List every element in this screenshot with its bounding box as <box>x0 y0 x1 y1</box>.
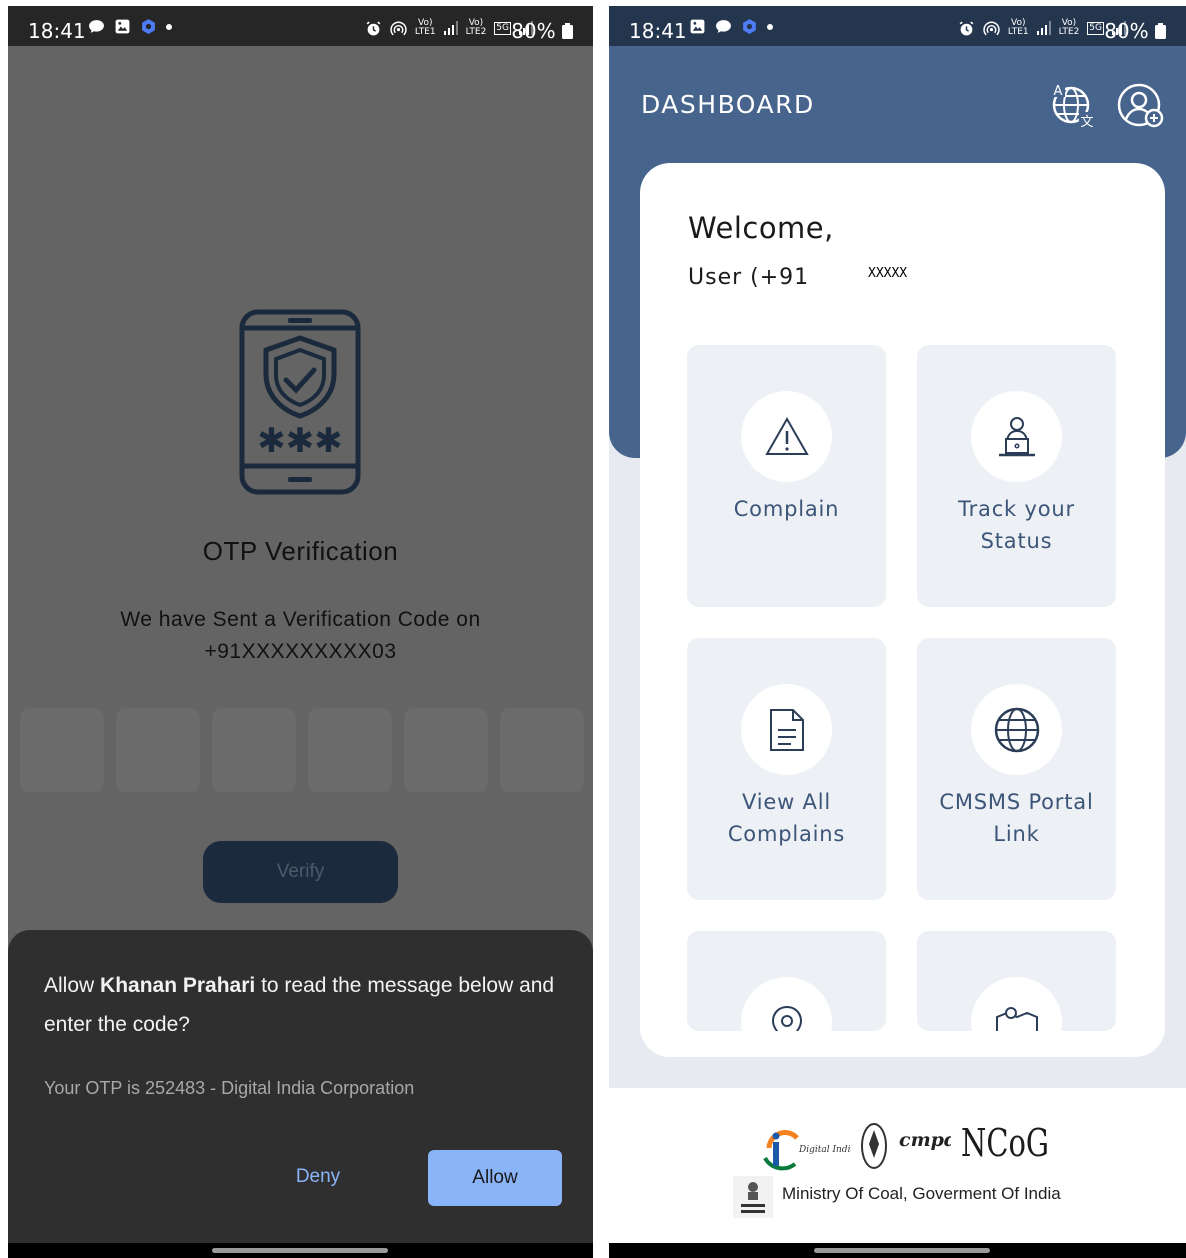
tile-label: Track your <box>958 497 1075 521</box>
battery-percent: 80% <box>511 19 556 43</box>
dialog-app-name: Khanan Prahari <box>100 974 256 997</box>
user-laptop-icon <box>998 416 1035 456</box>
otp-phone-number: +91XXXXXXXXX03 <box>204 640 397 663</box>
allow-button[interactable]: Allow <box>428 1150 562 1206</box>
tile-cmsms-portal-link[interactable]: CMSMS Portal Link <box>917 638 1116 900</box>
otp-digit-input-2[interactable] <box>116 708 200 792</box>
warning-icon <box>764 416 809 455</box>
otp-sent-line: We have Sent a Verification Code on <box>120 608 481 631</box>
partner-logos: Digital India cmpdi NCoG <box>759 1118 1051 1174</box>
svg-text:文: 文 <box>1080 115 1093 129</box>
tile-label: Complains <box>727 822 846 846</box>
dialog-message: Allow Khanan Prahari to read the message… <box>44 966 564 1044</box>
navigation-bar <box>609 1243 1186 1258</box>
hotspot-icon <box>983 20 1000 35</box>
svg-text:cmpdi: cmpdi <box>899 1129 951 1151</box>
chat-icon <box>716 20 731 33</box>
navigation-bar <box>8 1243 593 1258</box>
otp-sent-text: We have Sent a Verification Code on +91X… <box>8 604 593 668</box>
status-bar: 18:41 Vo) LTE1 Vo) LTE2 5G 80% <box>8 6 593 46</box>
globe-icon <box>994 707 1039 752</box>
verify-button[interactable]: Verify <box>203 841 398 903</box>
status-time: 18:41 <box>28 19 86 43</box>
svg-text:NCoG: NCoG <box>961 1121 1049 1165</box>
tile-label: CMSMS Portal <box>939 790 1094 814</box>
ministry-of-coal-emblem-icon <box>733 1176 773 1218</box>
app-badge-icon <box>142 19 155 34</box>
tile-map[interactable] <box>917 931 1116 1031</box>
otp-digit-input-5[interactable] <box>404 708 488 792</box>
otp-digit-input-1[interactable] <box>20 708 104 792</box>
tile-location[interactable] <box>687 931 886 1031</box>
deny-button[interactable]: Deny <box>278 1152 358 1202</box>
otp-digit-input-3[interactable] <box>212 708 296 792</box>
battery-icon <box>1155 23 1166 39</box>
home-gesture-handle[interactable] <box>212 1248 388 1253</box>
volte-lte1-label: Vo) LTE1 <box>414 18 436 37</box>
otp-input-group <box>20 708 584 792</box>
tile-label: Link <box>993 822 1040 846</box>
tile-track-status[interactable]: Track your Status <box>917 345 1116 607</box>
status-bar: 18:41 Vo) LTE1 Vo) LTE2 5G 80% <box>609 6 1186 46</box>
battery-icon <box>562 23 573 39</box>
tile-label: Complain <box>733 497 840 521</box>
dialog-prefix: Allow <box>44 974 101 997</box>
image-icon <box>690 19 705 34</box>
tile-label: View All <box>742 790 831 814</box>
network-5g-label: 5G <box>494 21 511 35</box>
alarm-icon <box>366 20 381 35</box>
home-gesture-handle[interactable] <box>814 1248 990 1253</box>
digital-india-logo: Digital India <box>763 1130 851 1171</box>
tile-view-all-complains[interactable]: View All Complains <box>687 638 886 900</box>
user-label: User (+91 <box>688 265 810 290</box>
tile-complain[interactable]: Complain <box>687 345 886 607</box>
battery-percent: 80% <box>1104 19 1149 43</box>
signal-icon <box>1036 21 1051 35</box>
app-badge-icon <box>743 19 756 34</box>
svg-text:✱✱✱: ✱✱✱ <box>257 421 342 461</box>
dialog-otp-message: Your OTP is 252483 - Digital India Corpo… <box>44 1078 415 1098</box>
volte-lte1-label: Vo) LTE1 <box>1007 18 1029 37</box>
footer: Digital India cmpdi NCoG Ministry Of Coa… <box>609 1088 1186 1243</box>
otp-digit-input-4[interactable] <box>308 708 392 792</box>
map-location-icon <box>995 1006 1038 1031</box>
phone-shield-icon: ✱✱✱ <box>239 309 361 495</box>
network-5g-label: 5G <box>1087 21 1104 35</box>
chat-icon <box>89 20 104 33</box>
notification-dot-icon <box>166 23 172 30</box>
alarm-icon <box>959 20 974 35</box>
svg-text:A: A <box>1054 84 1063 99</box>
notification-dot-icon <box>767 23 773 30</box>
location-pin-icon <box>771 1005 802 1031</box>
hotspot-icon <box>390 20 407 35</box>
signal-icon <box>443 21 458 35</box>
user-phone-masked: XXXXX <box>868 266 908 281</box>
ncog-logo: NCoG <box>961 1121 1049 1165</box>
volte-lte2-label: Vo) LTE2 <box>1058 18 1080 37</box>
sms-consent-dialog: Allow Khanan Prahari to read the message… <box>8 930 593 1243</box>
document-icon <box>769 708 804 751</box>
cmpdi-logo: cmpdi <box>899 1129 951 1151</box>
dashboard-card: Welcome, User (+91 XXXXX Complain Track … <box>640 163 1165 1057</box>
image-icon <box>115 19 130 34</box>
language-translate-icon[interactable]: A 文 <box>1049 81 1097 129</box>
status-time: 18:41 <box>629 19 687 43</box>
volte-lte2-label: Vo) LTE2 <box>465 18 487 37</box>
svg-text:Digital India: Digital India <box>798 1145 851 1155</box>
welcome-heading: Welcome, <box>688 211 834 245</box>
tile-label: Status <box>980 529 1053 553</box>
otp-title: OTP Verification <box>202 536 399 566</box>
otp-screen: 18:41 Vo) LTE1 Vo) LTE2 5G 80% ✱✱✱ OTP V… <box>8 6 593 1258</box>
ministry-text: Ministry Of Coal, Goverment Of India <box>782 1184 1061 1203</box>
user-settings-icon[interactable] <box>1117 81 1165 129</box>
page-title: DASHBOARD <box>641 90 815 119</box>
otp-digit-input-6[interactable] <box>500 708 584 792</box>
coal-india-emblem-icon <box>861 1123 887 1169</box>
dashboard-screen: 18:41 Vo) LTE1 Vo) LTE2 5G 80% DASHBOARD <box>609 6 1186 1258</box>
